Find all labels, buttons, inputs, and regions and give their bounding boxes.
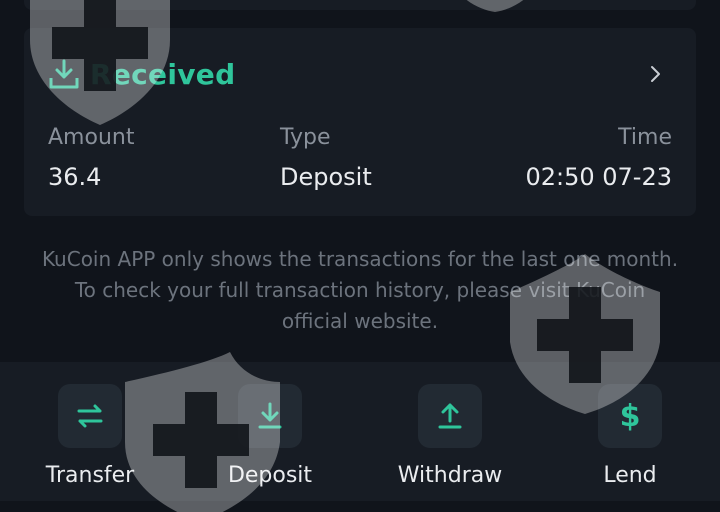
amount-column: Amount 36.4 — [48, 124, 134, 192]
time-column: Time 02:50 07-23 — [525, 124, 672, 192]
transfer-button[interactable]: Transfer — [20, 384, 160, 490]
transaction-header-link[interactable]: Received — [48, 50, 672, 98]
lend-label: Lend — [603, 463, 657, 488]
amount-value: 36.4 — [48, 163, 102, 191]
history-notice: KuCoin APP only shows the transactions f… — [41, 247, 679, 333]
status-label: Received — [90, 57, 236, 91]
transfer-label: Transfer — [45, 463, 135, 488]
deposit-download-icon — [258, 402, 282, 429]
action-bar: Transfer Deposit Withdraw $ Lend — [0, 362, 720, 501]
transfer-arrows-icon — [77, 404, 103, 428]
time-value: 02:50 07-23 — [525, 163, 672, 191]
withdraw-button[interactable]: Withdraw — [380, 384, 520, 490]
deposit-icon-box — [238, 384, 302, 448]
transfer-icon-box — [58, 384, 122, 448]
lend-icon-box: $ — [598, 384, 662, 448]
withdraw-label: Withdraw — [397, 463, 503, 488]
deposit-label: Deposit — [227, 463, 313, 488]
time-label: Time — [618, 125, 672, 150]
type-value: Deposit — [280, 163, 372, 191]
deposit-button[interactable]: Deposit — [200, 384, 340, 490]
withdraw-upload-icon — [438, 403, 462, 429]
chevron-right-icon[interactable] — [646, 65, 664, 83]
download-tray-icon — [49, 59, 79, 89]
withdraw-icon-box — [418, 384, 482, 448]
lend-button[interactable]: $ Lend — [560, 384, 700, 490]
amount-label: Amount — [48, 125, 135, 150]
previous-card-edge — [24, 0, 696, 10]
dollar-icon: $ — [619, 398, 641, 434]
transaction-card: Received Amount 36.4 Type Deposit Time 0… — [24, 28, 696, 216]
type-column: Type Deposit — [280, 124, 372, 192]
type-label: Type — [280, 125, 331, 150]
